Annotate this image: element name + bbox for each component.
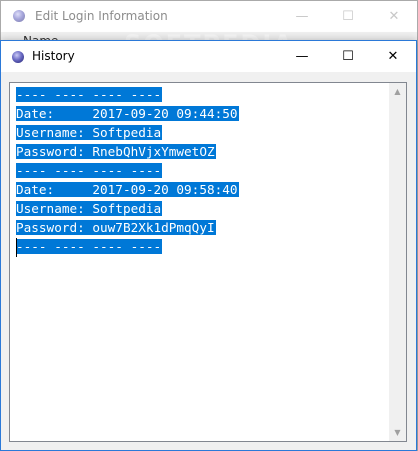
- edit-login-title: Edit Login Information: [35, 9, 168, 23]
- edit-login-titlebar[interactable]: Edit Login Information — ☐ ✕: [1, 1, 417, 32]
- history-titlebar[interactable]: History — ☐ ✕: [1, 41, 416, 72]
- history-line: Username: Softpedia: [16, 125, 163, 140]
- history-line: ---- ---- ---- ----: [16, 87, 163, 102]
- minimize-icon[interactable]: —: [279, 41, 325, 71]
- history-title: History: [32, 49, 75, 63]
- app-icon: [12, 51, 24, 63]
- history-line: Password: ouw7B2Xk1dPmqQyI: [16, 220, 216, 235]
- history-text-area[interactable]: ---- ---- ---- ---- Date: 2017-09-20 09:…: [9, 82, 407, 442]
- vertical-scrollbar[interactable]: ▲ ▼: [389, 83, 406, 441]
- history-line: ---- ---- ---- ----: [16, 163, 163, 178]
- maximize-icon[interactable]: ☐: [325, 1, 371, 31]
- scroll-down-icon[interactable]: ▼: [389, 424, 406, 441]
- text-caret: [16, 238, 17, 257]
- history-window: History — ☐ ✕ ---- ---- ---- ---- Date: …: [0, 40, 417, 451]
- history-line: Date: 2017-09-20 09:58:40: [16, 182, 239, 197]
- close-icon[interactable]: ✕: [371, 1, 417, 31]
- history-text[interactable]: ---- ---- ---- ---- Date: 2017-09-20 09:…: [16, 85, 239, 256]
- minimize-icon[interactable]: —: [279, 1, 325, 31]
- history-line: ---- ---- ---- ----: [16, 239, 163, 254]
- close-icon[interactable]: ✕: [370, 41, 416, 71]
- scroll-up-icon[interactable]: ▲: [389, 83, 406, 100]
- history-line: Date: 2017-09-20 09:44:50: [16, 106, 239, 121]
- app-icon: [13, 10, 25, 22]
- history-line: Username: Softpedia: [16, 201, 163, 216]
- maximize-icon[interactable]: ☐: [325, 41, 371, 71]
- history-line: Password: RnebQhVjxYmwetOZ: [16, 144, 216, 159]
